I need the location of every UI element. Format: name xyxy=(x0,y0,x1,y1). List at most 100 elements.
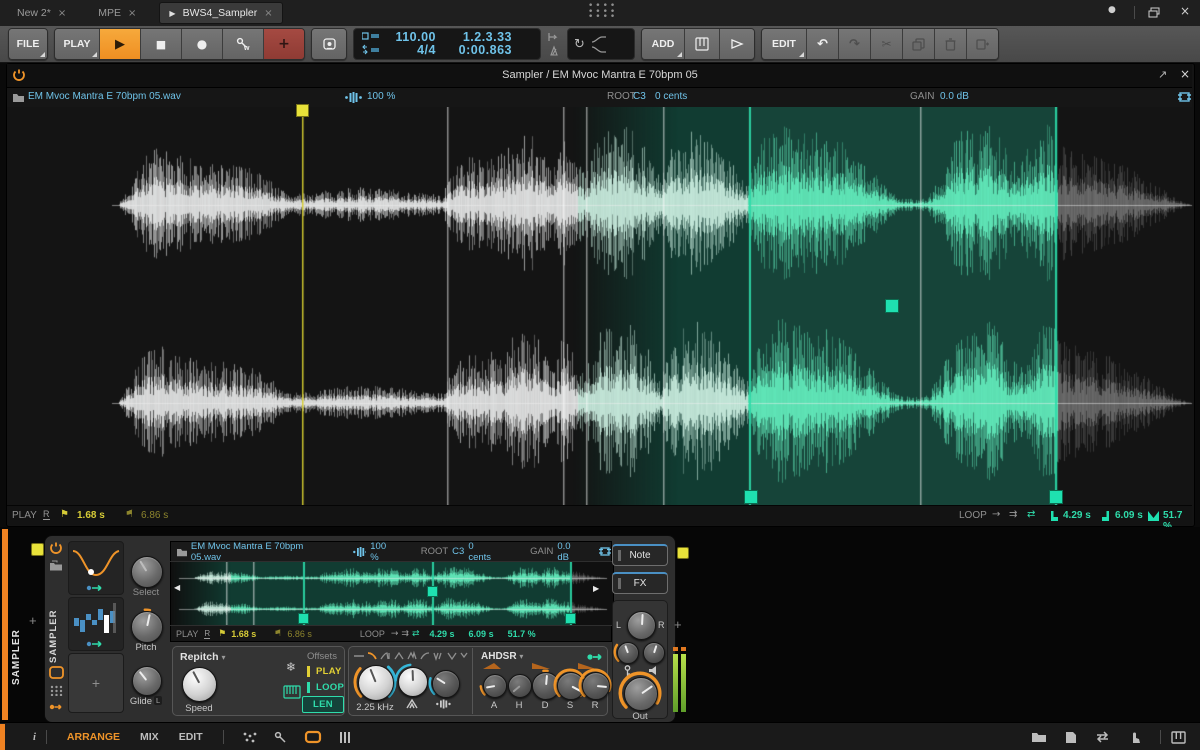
dual-display-button[interactable] xyxy=(242,731,258,744)
scroll-left-icon[interactable]: ◀ xyxy=(174,583,180,592)
close-icon[interactable]: × xyxy=(264,8,272,19)
playback-mode-select[interactable]: Repitch ▾ xyxy=(180,651,225,663)
stop-button[interactable]: ■ xyxy=(141,29,182,59)
tab-new2[interactable]: New 2* × xyxy=(8,3,75,23)
loop-end-handle[interactable] xyxy=(1049,490,1063,504)
zoom-value[interactable]: 100 % xyxy=(367,91,395,102)
waveform-display[interactable] xyxy=(0,107,1200,505)
cut-icon[interactable]: ✂ xyxy=(871,29,903,59)
close-window-icon[interactable]: × xyxy=(1180,4,1190,18)
info-button[interactable]: i xyxy=(33,732,36,743)
mini-play-end[interactable]: 6.86 s xyxy=(287,629,312,639)
view-arrange-button[interactable]: ARRANGE xyxy=(67,731,120,743)
tempo-display[interactable]: 110.00 4/4 xyxy=(388,31,436,57)
mini-play-start[interactable]: 1.68 s xyxy=(231,629,256,639)
filter-vel-knob[interactable] xyxy=(432,670,460,698)
keytrack-icon[interactable] xyxy=(283,685,301,699)
follow-playback-icon[interactable] xyxy=(720,29,754,59)
freeze-icon[interactable]: ❄ xyxy=(286,660,296,674)
mini-root-cents[interactable]: 0 cents xyxy=(468,541,496,563)
track-add-button[interactable]: + xyxy=(29,613,37,628)
close-icon[interactable]: × xyxy=(128,8,136,19)
fx-chain-button[interactable]: FX xyxy=(612,572,668,594)
sample-file-name[interactable]: EM Mvoc Mantra E 70bpm 05.wav xyxy=(28,91,181,102)
groove-icons[interactable] xyxy=(591,35,607,54)
view-mix-button[interactable]: MIX xyxy=(140,731,159,743)
routing-panel-button[interactable] xyxy=(1095,731,1110,743)
paste-icon[interactable] xyxy=(967,29,998,59)
play-button[interactable]: ▶ xyxy=(100,29,141,59)
device-power-icon[interactable] xyxy=(49,541,63,555)
detach-panel-icon[interactable]: ↗ xyxy=(1158,68,1167,81)
loop-start-value[interactable]: 4.29 s xyxy=(1063,510,1091,521)
mini-gain-value[interactable]: 0.0 dB xyxy=(557,541,582,563)
punch-metronome-toggles[interactable] xyxy=(547,31,561,57)
chain-start-handle[interactable] xyxy=(31,543,44,556)
piano-track-icon[interactable] xyxy=(685,29,720,59)
loop-mode-off-icon[interactable]: → xyxy=(992,509,1000,520)
loop-end-value[interactable]: 6.09 s xyxy=(1115,510,1143,521)
play-start-value[interactable]: 1.68 s xyxy=(77,510,105,521)
tab-bws4-sampler[interactable]: ▶ BWS4_Sampler × xyxy=(159,2,283,24)
mini-loop-end[interactable]: 6.09 s xyxy=(469,629,494,639)
close-panel-icon[interactable]: × xyxy=(1180,67,1190,81)
filter-freq-knob[interactable] xyxy=(358,665,394,701)
mixer-panel-button[interactable] xyxy=(338,731,352,744)
restore-window-icon[interactable] xyxy=(1148,7,1160,18)
speed-knob[interactable] xyxy=(182,667,217,702)
loop-mode-on-icon[interactable]: ⇉ xyxy=(1009,509,1017,520)
clip-page-button[interactable] xyxy=(1065,731,1077,744)
add-menu-button[interactable]: ADD xyxy=(642,29,685,59)
expanded-view-icon[interactable] xyxy=(50,685,63,696)
position-display[interactable]: 1.2.3.33 0:00.863 xyxy=(444,31,512,57)
play-menu-button[interactable]: PLAY xyxy=(55,29,100,59)
modulator-add-cell[interactable]: + xyxy=(68,653,124,713)
attack-knob[interactable] xyxy=(483,674,507,698)
undo-icon[interactable]: ↶ xyxy=(807,29,839,59)
mini-root-note[interactable]: C3 xyxy=(452,546,464,557)
stretch-frame-icon[interactable] xyxy=(598,545,611,558)
glide-knob[interactable] xyxy=(132,666,162,696)
offset-len-button[interactable]: LEN xyxy=(302,696,344,713)
modulator-steps-cell[interactable] xyxy=(68,597,124,651)
touch-panel-button[interactable] xyxy=(1128,731,1141,744)
relative-mode-icon[interactable]: R xyxy=(204,629,211,639)
edit-menu-button[interactable]: EDIT xyxy=(762,29,807,59)
select-knob[interactable] xyxy=(131,556,163,588)
loop-mode-on-icon[interactable]: ⇉ xyxy=(401,629,409,639)
relative-mode-icon[interactable]: R xyxy=(43,509,50,520)
filter-freq-value[interactable]: 2.25 kHz xyxy=(350,702,400,713)
record-button[interactable]: ● xyxy=(182,29,223,59)
mini-loop-end-handle[interactable] xyxy=(565,613,576,624)
root-cents-value[interactable]: 0 cents xyxy=(655,91,687,102)
loop-start-handle[interactable] xyxy=(744,490,758,504)
modulators-toggle-icon[interactable] xyxy=(49,702,64,712)
delete-icon[interactable] xyxy=(935,29,967,59)
engine-status-icon[interactable]: ● xyxy=(1108,5,1116,15)
mini-loop-start-handle[interactable] xyxy=(298,613,309,624)
gain-value[interactable]: 0.0 dB xyxy=(940,91,969,102)
keytrack-amount-knob[interactable] xyxy=(617,642,639,664)
metronome-button[interactable] xyxy=(312,29,346,59)
view-edit-button[interactable]: EDIT xyxy=(179,731,203,743)
filter-res-knob[interactable] xyxy=(398,667,428,697)
pitch-knob[interactable] xyxy=(131,611,163,643)
chain-end-handle[interactable] xyxy=(677,547,689,559)
automation-write-button[interactable]: w xyxy=(223,29,264,59)
stretch-frame-icon[interactable] xyxy=(1177,90,1192,104)
track-name-vertical[interactable]: SAMPLER xyxy=(11,565,22,685)
modulator-envelope-cell[interactable] xyxy=(68,541,124,595)
scroll-right-icon[interactable]: ▶ xyxy=(593,584,599,593)
device-add-button[interactable]: + xyxy=(674,617,682,632)
browser-panel-button[interactable] xyxy=(1031,731,1047,743)
remote-controls-icon[interactable] xyxy=(49,666,64,679)
preset-browser-icon[interactable] xyxy=(49,560,63,572)
loop-mode-off-icon[interactable]: → xyxy=(391,629,399,639)
mini-loop-start[interactable]: 4.29 s xyxy=(430,629,455,639)
play-end-value[interactable]: 6.86 s xyxy=(141,510,168,521)
loop-mid-handle[interactable] xyxy=(885,299,899,313)
device-name-vertical[interactable]: SAMPLER xyxy=(48,587,59,663)
loop-mode-pingpong-icon[interactable]: ⇄ xyxy=(1027,509,1035,520)
copy-icon[interactable] xyxy=(903,29,935,59)
note-chain-button[interactable]: Note xyxy=(612,544,668,566)
